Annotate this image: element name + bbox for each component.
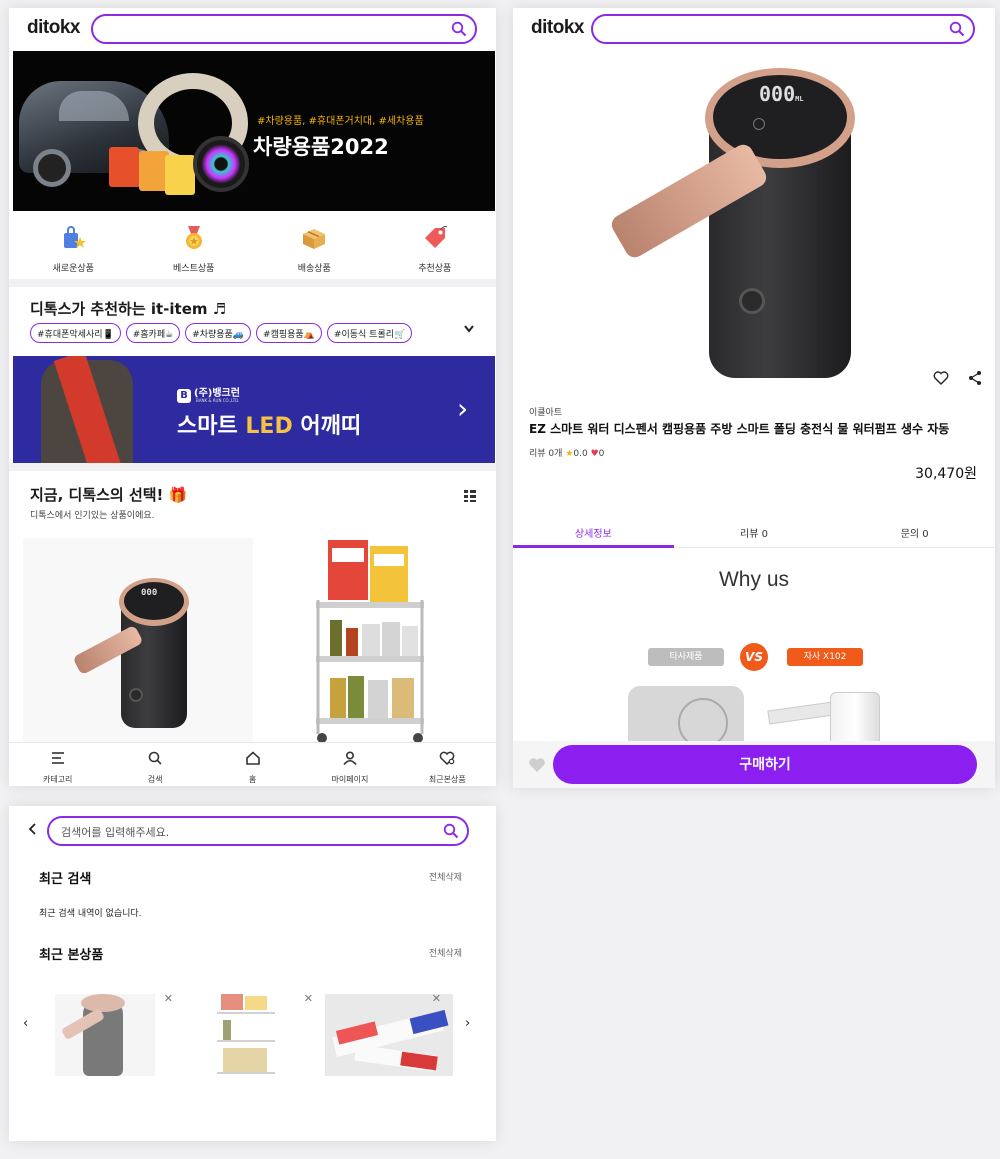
buy-bar: 구매하기 <box>513 741 995 788</box>
trolley-image <box>316 540 424 743</box>
section-divider <box>9 463 496 471</box>
recent-search-empty: 최근 검색 내역이 없습니다. <box>39 909 142 919</box>
tab-home[interactable]: 홈 <box>204 743 301 786</box>
hashtag-chip[interactable]: #이동식 트롤리🛒 <box>326 323 413 343</box>
choice-title: 지금, 디톡스의 선택! 🎁 <box>30 486 188 504</box>
banner-brand-sub: BANK & RUN CO.,LTD. <box>196 398 240 403</box>
search-icon[interactable] <box>443 823 459 839</box>
search-placeholder: 검색어를 입력해주세요. <box>61 826 170 839</box>
recent-product-item[interactable]: ✕ <box>45 992 173 1076</box>
compare-other-image <box>628 686 744 748</box>
recent-search-delete-all[interactable]: 전체삭제 <box>429 870 462 883</box>
car-goods-banner[interactable]: #차량용품, #휴대폰거치대, #세차용품 차량용품2022 <box>13 51 495 211</box>
dispenser-thumbnail <box>55 994 155 1076</box>
banner-next-arrow[interactable]: › <box>457 392 468 425</box>
home-header: ditokx <box>9 8 496 52</box>
tab-search[interactable]: 검색 <box>106 743 203 786</box>
user-icon <box>343 751 357 765</box>
category-row: 새로운상품 베스트상품 배송상품 추천상품 <box>13 211 495 279</box>
wishlist-heart-icon[interactable] <box>528 756 546 774</box>
category-recommend[interactable]: 추천상품 <box>375 211 496 279</box>
back-arrow-icon[interactable] <box>27 822 37 836</box>
chevron-down-icon[interactable] <box>463 324 475 334</box>
product-main-image: 000ML <box>513 52 995 385</box>
carousel-prev-button[interactable]: ‹ <box>23 1016 28 1031</box>
detail-header: ditokx <box>513 8 995 52</box>
tab-mypage[interactable]: 마이페이지 <box>301 743 398 786</box>
remove-icon[interactable]: ✕ <box>432 992 441 1005</box>
hashtag-chip[interactable]: #홈카페☕ <box>125 323 181 343</box>
search-input[interactable]: 검색어를 입력해주세요. <box>47 816 469 846</box>
banner-title: 차량용품2022 <box>253 135 389 159</box>
tab-inquiries[interactable]: 문의 0 <box>834 516 995 547</box>
search-screen: 검색어를 입력해주세요. 최근 검색 전체삭제 최근 검색 내역이 없습니다. … <box>9 806 496 1141</box>
hashtag-row: #휴대폰악세사리📱 #홈카페☕ #차량용품🚙 #캠핑용품⛺ #이동식 트롤리🛒 <box>30 323 470 343</box>
search-bar[interactable] <box>91 14 477 44</box>
banner-tags: #차량용품, #휴대폰거치대, #세차용품 <box>257 116 424 127</box>
sash-thumbnail <box>325 994 453 1076</box>
product-name: EZ 스마트 워터 디스펜서 캠핑용품 주방 스마트 폴딩 충전식 물 워터펌프… <box>529 422 950 436</box>
shopping-bag-star-icon <box>64 226 87 248</box>
seller-name[interactable]: 이클아트 <box>529 405 562 418</box>
compare-ours-image <box>767 692 880 748</box>
list-view-icon[interactable] <box>464 490 476 502</box>
trolley-thumbnail <box>215 994 279 1076</box>
hashtag-chip[interactable]: #휴대폰악세사리📱 <box>30 323 121 343</box>
hashtag-chip[interactable]: #차량용품🚙 <box>185 323 252 343</box>
tab-category[interactable]: 카테고리 <box>9 743 106 786</box>
home-screen: ditokx #차량용품, #휴대폰거치대, #세차용품 차량용품2022 새로… <box>9 8 496 786</box>
choice-subtitle: 디톡스에서 인기있는 상품이에요. <box>30 511 155 521</box>
recent-products-delete-all[interactable]: 전체삭제 <box>429 946 462 959</box>
app-logo[interactable]: ditokx <box>531 17 584 39</box>
tab-reviews[interactable]: 리뷰 0 <box>674 516 835 547</box>
product-price: 30,470원 <box>915 466 977 482</box>
why-us-heading: Why us <box>718 568 789 591</box>
heart-icon: ♥ <box>590 449 599 459</box>
compare-vs-badge: VS <box>740 643 768 671</box>
product-card-dispenser[interactable]: 000 <box>23 538 253 748</box>
hashtag-chip[interactable]: #캠핑용품⛺ <box>256 323 322 343</box>
menu-icon <box>51 752 64 764</box>
search-icon[interactable] <box>949 21 965 37</box>
product-detail-screen: ditokx 000ML 이클아트 EZ 스마트 워터 디스펜서 캠핑용품 주방… <box>513 8 995 788</box>
detail-tabs: 상세정보 리뷰 0 문의 0 <box>513 516 995 548</box>
remove-icon[interactable]: ✕ <box>164 992 173 1005</box>
bottom-tab-bar: 카테고리 검색 홈 마이페이지 최근본상품 <box>9 742 496 786</box>
compare-ours-label: 자사 X102 <box>787 648 863 666</box>
recent-products-title: 최근 본상품 <box>39 948 104 963</box>
recent-search-title: 최근 검색 <box>39 872 92 887</box>
carousel-next-button[interactable]: › <box>465 1016 470 1031</box>
review-stats: 리뷰 0개 ★0.0 ♥0 <box>529 449 605 459</box>
remove-icon[interactable]: ✕ <box>304 992 313 1005</box>
recent-product-item[interactable]: ✕ <box>325 992 453 1076</box>
led-sash-banner[interactable]: B (주)뱅크런 BANK & RUN CO.,LTD. 스마트 LED 어깨띠 … <box>13 356 495 463</box>
search-icon[interactable] <box>451 21 467 37</box>
touch-sensor-icon <box>753 118 765 130</box>
home-icon <box>245 751 260 765</box>
recent-product-item[interactable]: ✕ <box>185 992 313 1076</box>
app-logo[interactable]: ditokx <box>27 17 80 39</box>
tab-detail-info[interactable]: 상세정보 <box>513 516 674 548</box>
search-bar[interactable] <box>591 14 975 44</box>
car-fan-image <box>193 136 249 192</box>
category-new[interactable]: 새로운상품 <box>13 211 134 279</box>
medal-icon <box>185 226 202 249</box>
tab-recent[interactable]: 최근본상품 <box>399 743 496 786</box>
brand-logo-icon: B <box>177 389 191 403</box>
share-icon[interactable] <box>967 370 983 386</box>
product-card-trolley[interactable] <box>262 538 492 748</box>
compare-other-label: 타사제품 <box>648 648 724 666</box>
tag-icon <box>424 225 448 248</box>
heart-clock-icon <box>440 751 455 765</box>
category-delivery[interactable]: 배송상품 <box>254 211 375 279</box>
search-icon <box>148 751 162 765</box>
buy-button[interactable]: 구매하기 <box>553 745 977 784</box>
section-divider <box>9 279 496 287</box>
heart-icon[interactable] <box>933 370 949 386</box>
box-icon <box>303 229 326 249</box>
banner-headline: 스마트 LED 어깨띠 <box>177 414 362 439</box>
category-best[interactable]: 베스트상품 <box>134 211 255 279</box>
it-item-title: 디톡스가 추천하는 it-item ♬ <box>30 300 227 318</box>
